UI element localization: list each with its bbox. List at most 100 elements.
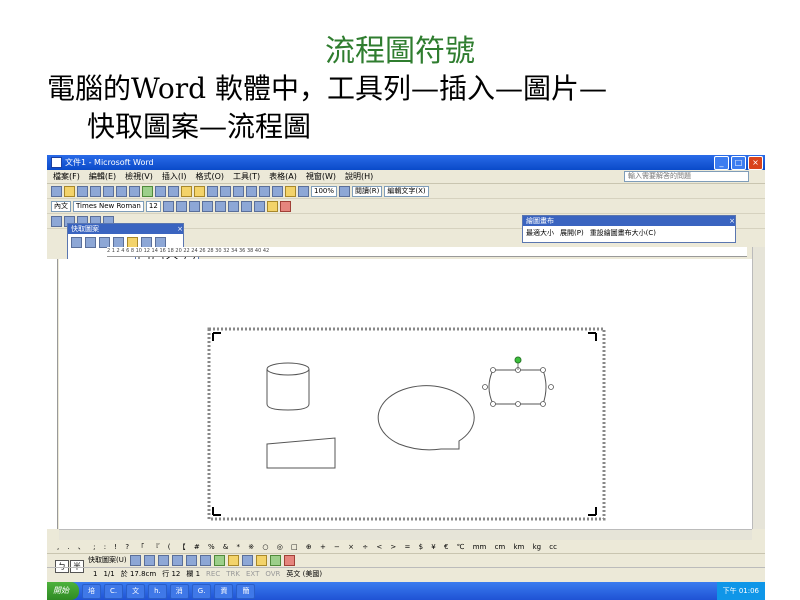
permission-icon[interactable] xyxy=(90,185,101,197)
display-speech-shape[interactable] xyxy=(377,385,475,451)
status-rec[interactable]: REC xyxy=(206,570,220,578)
arrow-icon[interactable] xyxy=(143,554,155,566)
menu-insert[interactable]: 插入(I) xyxy=(162,171,187,182)
line-color-icon[interactable] xyxy=(269,554,281,566)
help-search-input[interactable]: 輸入需要解答的問題 xyxy=(624,171,749,182)
mail-icon[interactable] xyxy=(103,185,114,197)
canvas-crop-handles[interactable] xyxy=(212,332,597,516)
task-item[interactable]: 簡 xyxy=(236,583,256,599)
print-icon[interactable] xyxy=(116,185,127,197)
task-item[interactable]: 資 xyxy=(214,583,234,599)
align-right-icon[interactable] xyxy=(227,200,239,212)
autoshapes-menu[interactable]: 快取圖案(U) xyxy=(88,555,127,565)
menu-file[interactable]: 檔案(F) xyxy=(53,171,80,182)
underline-icon[interactable] xyxy=(188,200,200,212)
status-ext[interactable]: EXT xyxy=(246,570,259,578)
stored-data-shape-selected[interactable] xyxy=(488,369,547,405)
slide-body-line-1: 電腦的Word 軟體中，工具列—插入—圖片— xyxy=(47,72,607,105)
document-area xyxy=(59,259,752,529)
clipart-icon[interactable] xyxy=(227,554,239,566)
lines-category-icon[interactable] xyxy=(71,237,82,248)
menu-tools[interactable]: 工具(T) xyxy=(233,171,260,182)
open-icon[interactable] xyxy=(64,185,75,197)
picture-icon[interactable] xyxy=(241,554,253,566)
copy-icon[interactable] xyxy=(168,185,179,197)
scale-canvas-button[interactable]: 重設繪圖畫布大小(C) xyxy=(590,228,656,238)
italic-icon[interactable] xyxy=(175,200,187,212)
connectors-category-icon[interactable] xyxy=(85,237,96,248)
vertical-scrollbar[interactable] xyxy=(752,247,765,529)
task-item[interactable]: 消 xyxy=(169,583,189,599)
save-icon[interactable] xyxy=(77,185,88,197)
vertical-ruler xyxy=(47,259,58,529)
expand-button[interactable]: 展開(P) xyxy=(560,228,584,238)
menu-edit[interactable]: 編輯(E) xyxy=(89,171,116,182)
manual-input-shape-canvas[interactable] xyxy=(266,437,336,469)
horizontal-scrollbar[interactable] xyxy=(59,529,752,540)
drawing-canvas-frame[interactable] xyxy=(207,327,606,521)
canvas-toolbar-body: 最適大小 展開(P) 重設繪圖畫布大小(C) xyxy=(523,226,735,240)
system-clock[interactable]: 下午 01:06 xyxy=(716,582,765,600)
help-icon[interactable] xyxy=(339,185,351,197)
status-ovr[interactable]: OVR xyxy=(265,570,280,578)
font-dropdown[interactable]: Times New Roman xyxy=(73,200,144,212)
menu-window[interactable]: 視窗(W) xyxy=(306,171,336,182)
status-trk[interactable]: TRK xyxy=(226,570,240,578)
excel-icon[interactable] xyxy=(259,185,270,197)
show-hide-icon[interactable] xyxy=(298,185,309,197)
minimize-button[interactable]: _ xyxy=(714,155,729,170)
drawing-icon[interactable] xyxy=(285,185,296,197)
new-icon[interactable] xyxy=(51,185,62,197)
oval-icon[interactable] xyxy=(171,554,183,566)
undo-icon[interactable] xyxy=(207,185,218,197)
menu-view[interactable]: 檢視(V) xyxy=(125,171,153,182)
align-left-icon[interactable] xyxy=(201,200,213,212)
paste-icon[interactable] xyxy=(181,185,192,197)
table-icon[interactable] xyxy=(246,185,257,197)
redo-icon[interactable] xyxy=(220,185,231,197)
menu-format[interactable]: 格式(O) xyxy=(195,171,224,182)
task-item[interactable]: 培 xyxy=(82,583,101,599)
bold-icon[interactable] xyxy=(162,200,174,212)
menu-help[interactable]: 說明(H) xyxy=(345,171,373,182)
task-item[interactable]: 文 xyxy=(126,583,146,599)
read-button[interactable]: 閱讀(R) xyxy=(352,185,383,197)
font-size-dropdown[interactable]: 12 xyxy=(145,200,161,212)
textbox-icon[interactable] xyxy=(185,554,197,566)
zoom-dropdown[interactable]: 100% xyxy=(311,185,338,197)
cut-icon[interactable] xyxy=(155,185,166,197)
bullets-icon[interactable] xyxy=(253,200,265,212)
magnetic-disk-top[interactable] xyxy=(266,362,310,376)
menu-table[interactable]: 表格(A) xyxy=(269,171,297,182)
symbol-bar[interactable]: , . 、 ; : ! ? 「 『 ( 【 # % & * ※ ○ ◎ □ ⊕ … xyxy=(47,541,765,554)
rectangle-icon[interactable] xyxy=(157,554,169,566)
line-style-icon[interactable] xyxy=(51,215,62,227)
fill-color-icon[interactable] xyxy=(255,554,267,566)
task-item[interactable]: C. xyxy=(104,583,124,599)
start-button[interactable]: 開始 xyxy=(47,582,79,600)
fit-button[interactable]: 最適大小 xyxy=(526,228,554,238)
spelling-icon[interactable] xyxy=(142,185,153,197)
task-item[interactable]: G. xyxy=(191,583,212,599)
preview-icon[interactable] xyxy=(129,185,140,197)
rotate-handle[interactable] xyxy=(514,356,522,364)
text-color-icon[interactable] xyxy=(283,554,295,566)
diagram-icon[interactable] xyxy=(213,554,225,566)
task-item[interactable]: h. xyxy=(148,583,167,599)
close-button[interactable]: × xyxy=(748,155,763,170)
font-color-icon[interactable] xyxy=(279,200,291,212)
line-icon[interactable] xyxy=(129,554,141,566)
numbering-icon[interactable] xyxy=(240,200,252,212)
columns-icon[interactable] xyxy=(272,185,283,197)
style-dropdown[interactable]: 內文 xyxy=(51,200,71,212)
autoshapes-close[interactable]: × xyxy=(177,224,183,234)
format-painter-icon[interactable] xyxy=(194,185,205,197)
maximize-button[interactable]: □ xyxy=(731,155,746,170)
window-titlebar: 文件1 - Microsoft Word _ □ × xyxy=(47,155,765,170)
align-center-icon[interactable] xyxy=(214,200,226,212)
wordart-icon[interactable] xyxy=(199,554,211,566)
highlight-icon[interactable] xyxy=(266,200,278,212)
canvas-toolbar-close[interactable]: × xyxy=(729,216,735,226)
edit-text-button[interactable]: 編輯文字(X) xyxy=(384,185,429,197)
hyperlink-icon[interactable] xyxy=(233,185,244,197)
